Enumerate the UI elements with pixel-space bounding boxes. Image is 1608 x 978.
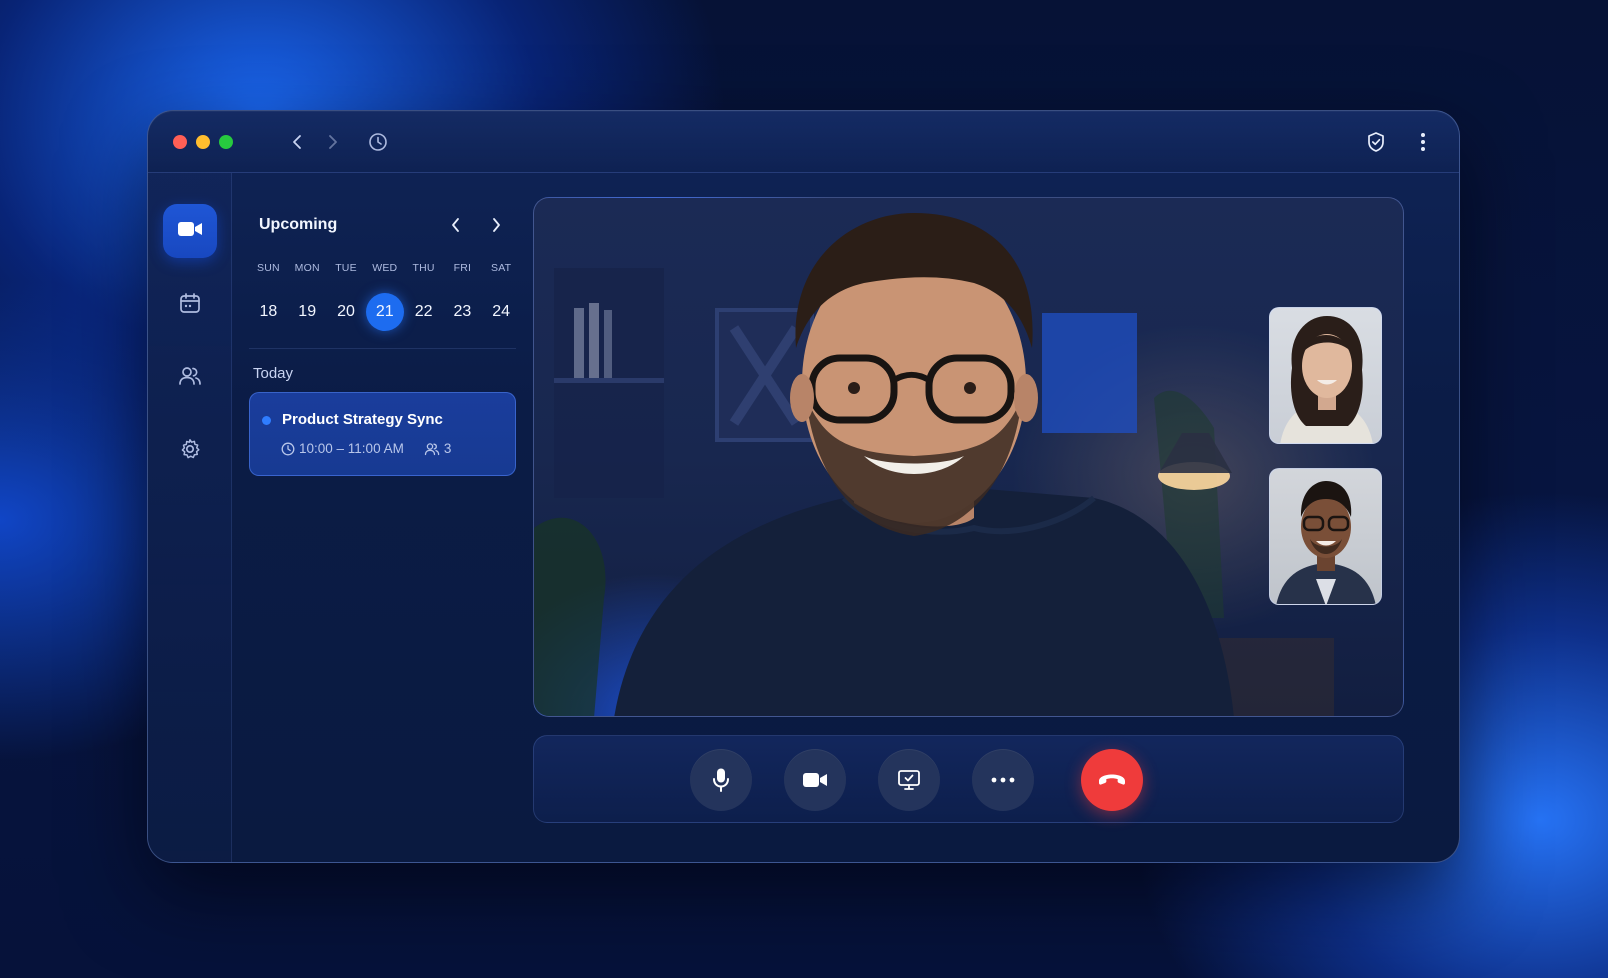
- date-cell[interactable]: 23: [443, 293, 482, 331]
- back-arrow-icon[interactable]: [282, 127, 312, 157]
- participant-thumbnail-1[interactable]: [1269, 307, 1382, 444]
- sidebar: [148, 173, 232, 862]
- clock-icon: [281, 442, 295, 456]
- sidebar-item-contacts[interactable]: [163, 351, 217, 405]
- call-controls-bar: [533, 735, 1404, 823]
- end-call-button[interactable]: [1081, 749, 1143, 811]
- calendar-next-button[interactable]: [484, 213, 508, 237]
- weekday-label: WED: [372, 262, 398, 274]
- weekday-label: TUE: [335, 262, 357, 274]
- screen-share-icon: [898, 770, 920, 790]
- weekday-label: SAT: [491, 262, 512, 274]
- date-cell[interactable]: 19: [288, 293, 327, 331]
- upcoming-title: Upcoming: [259, 216, 338, 233]
- more-options-icon: [991, 777, 1015, 783]
- event-meta: 10:00 – 11:00 AM 3: [281, 441, 451, 456]
- event-time: 10:00 – 11:00 AM: [299, 441, 404, 456]
- participant-thumbnail-2[interactable]: [1269, 468, 1382, 605]
- gear-icon: [179, 438, 201, 465]
- chevron-left-icon: [452, 218, 459, 232]
- end-call-icon: [1099, 774, 1125, 785]
- weekday-row: SUN MON TUE WED THU FRI SAT: [249, 262, 521, 274]
- event-card[interactable]: Product Strategy Sync 10:00 – 11:00 AM 3: [249, 392, 516, 476]
- forward-arrow-icon[interactable]: [318, 127, 348, 157]
- mute-button[interactable]: [690, 749, 752, 811]
- weekday-label: FRI: [453, 262, 472, 274]
- main-video-feed[interactable]: [533, 197, 1404, 717]
- video-camera-icon: [177, 220, 203, 243]
- event-attendee-count: 3: [443, 441, 452, 456]
- shield-check-icon[interactable]: [1361, 127, 1391, 157]
- sidebar-item-settings[interactable]: [163, 424, 217, 478]
- date-cell[interactable]: 22: [404, 293, 443, 331]
- main-participant-video: [534, 213, 1334, 716]
- title-bar: [148, 111, 1459, 173]
- calendar-icon: [179, 292, 201, 319]
- chevron-right-icon: [493, 218, 500, 232]
- microphone-icon: [713, 768, 729, 792]
- today-label: Today: [253, 365, 294, 382]
- minimize-window-button[interactable]: [196, 135, 210, 149]
- date-cell[interactable]: 20: [327, 293, 366, 331]
- kebab-menu-icon[interactable]: [1408, 127, 1438, 157]
- weekday-label: THU: [412, 262, 435, 274]
- screen-share-button[interactable]: [878, 749, 940, 811]
- schedule-panel: Upcoming SUN MON TUE WED THU FRI SAT 18 …: [232, 173, 532, 862]
- camera-icon: [803, 773, 827, 787]
- sidebar-item-calendar[interactable]: [163, 278, 217, 332]
- more-options-button[interactable]: [972, 749, 1034, 811]
- date-row: 18 19 20 21 22 23 24: [249, 293, 521, 331]
- participant-video-2: [1276, 481, 1376, 604]
- camera-toggle-button[interactable]: [784, 749, 846, 811]
- date-cell[interactable]: 18: [249, 293, 288, 331]
- history-clock-icon[interactable]: [363, 127, 393, 157]
- weekday-label: SUN: [257, 262, 280, 274]
- calendar-prev-button[interactable]: [444, 213, 468, 237]
- participant-video-1: [1280, 316, 1373, 443]
- maximize-window-button[interactable]: [219, 135, 233, 149]
- event-title: Product Strategy Sync: [282, 411, 443, 428]
- close-window-button[interactable]: [173, 135, 187, 149]
- weekday-label: MON: [294, 262, 320, 274]
- app-window: Upcoming SUN MON TUE WED THU FRI SAT 18 …: [147, 110, 1460, 863]
- event-status-dot: [262, 416, 271, 425]
- sidebar-item-meetings[interactable]: [163, 204, 217, 258]
- people-icon: [178, 365, 202, 392]
- divider: [249, 348, 516, 349]
- date-cell[interactable]: 24: [482, 293, 521, 331]
- attendees-icon: [424, 442, 440, 456]
- date-cell-selected[interactable]: 21: [365, 293, 404, 331]
